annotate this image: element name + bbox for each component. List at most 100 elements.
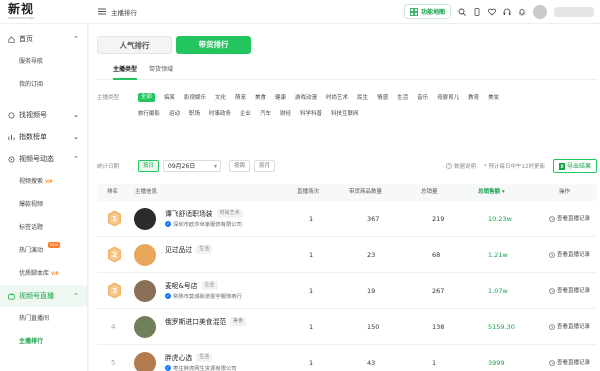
sidebar-group-video-dynamics[interactable]: 视频号动态 ⌃ [0, 148, 87, 170]
headset-icon[interactable] [503, 8, 511, 16]
sidebar-item-hot-live-rooms[interactable]: 热门直播间 [0, 307, 87, 330]
sidebar-item-hot-videos[interactable]: 爆款视频 [0, 193, 87, 216]
chevron-up-icon: ⌃ [73, 35, 79, 43]
date-mode-day-button[interactable]: 按日 [138, 160, 160, 172]
view-live-records-link[interactable]: 查看直播记录 [549, 237, 590, 273]
host-name[interactable]: 胖虎心选 [165, 352, 192, 362]
host-avatar[interactable] [134, 316, 156, 338]
category-chip[interactable]: 财经 [280, 106, 291, 122]
table-row[interactable]: 1 谭飞舒适职场装 时尚艺术 ✓ 深圳市欧莎世家服饰有限公司 1 367 219 … [97, 201, 597, 237]
user-name-blurred[interactable] [554, 6, 594, 17]
host-name[interactable]: 见过品过 [165, 244, 192, 254]
category-chip[interactable]: 时尚艺术 [326, 90, 348, 106]
host-avatar[interactable] [134, 208, 156, 230]
category-chip[interactable]: 民生 [357, 90, 368, 106]
date-select[interactable]: 09月26日 [163, 160, 222, 172]
category-chip[interactable]: 萌宠 [235, 90, 246, 106]
sidebar-item-service-nav[interactable]: 服务导航 [0, 50, 87, 73]
cell-sales: 138 [432, 323, 445, 331]
cell-products: 43 [367, 359, 376, 367]
view-live-records-link[interactable]: 查看直播记录 [549, 309, 590, 345]
view-live-records-link[interactable]: 查看直播记录 [549, 201, 590, 237]
col-sales[interactable]: 总销量 [421, 184, 438, 201]
category-chip[interactable]: 运动 [169, 106, 180, 122]
host-name[interactable]: 麦呢&号店 [165, 280, 198, 290]
company-name: 枣庄胖虎网生资源有限公司 [173, 366, 237, 371]
menu-icon[interactable] [98, 8, 106, 17]
col-products[interactable]: 带货商品数量 [349, 184, 382, 201]
sidebar-item-host-ranking[interactable]: 主播排行 [0, 330, 87, 353]
date-mode-month-button[interactable]: 按月 [254, 160, 276, 172]
subtab-host-type[interactable]: 主播类型 [113, 60, 138, 80]
host-name[interactable]: 谭飞舒适职场装 [165, 208, 213, 218]
table-row[interactable]: 5 胖虎心选 生活 ✓ 枣庄胖虎网生资源有限公司 1 43 1 3999 查看直播… [97, 345, 597, 371]
main-content: 人气排行 带货排行 主播类型 带货领域 主播类型 全部 搞笑 影视娱乐 文化 萌宠 美食健… [89, 24, 600, 371]
sidebar-group-find-channel[interactable]: 找视频号 ⌄ [0, 104, 87, 126]
subtab-sales-field[interactable]: 带货领域 [149, 60, 173, 79]
category-chip[interactable]: 搞笑 [164, 90, 175, 106]
bell-icon[interactable] [518, 8, 526, 16]
category-chip[interactable]: 职场 [189, 106, 200, 122]
export-button[interactable]: X 导出结果 [552, 159, 597, 173]
company-name: 深圳市欧莎世家服饰有限公司 [173, 222, 242, 228]
category-chip[interactable]: 影视娱乐 [184, 90, 206, 106]
sidebar-group-live[interactable]: 视频号直播 ⌃ [0, 285, 87, 307]
category-chip[interactable]: 教育 [468, 90, 479, 106]
company-name: 常熟市莫城街道雯宇服饰商行 [173, 294, 242, 300]
date-mode-week-button[interactable]: 按周 [229, 160, 251, 172]
table-row[interactable]: 4 俄罗斯进口美食混范 美食 1 150 138 5159.30 查看直播记录 [97, 309, 597, 345]
sidebar-item-hot-events[interactable]: 热门演动 NEW [0, 239, 87, 262]
sidebar-group-home[interactable]: 首页 ⌃ [0, 28, 87, 50]
category-chip[interactable]: 企业 [240, 106, 251, 122]
function-map-button[interactable]: 功能地图 [403, 4, 451, 19]
cell-gmv: 5159.30 [488, 323, 515, 331]
host-avatar[interactable] [134, 352, 156, 371]
tab-sales-rank[interactable]: 带货排行 [176, 36, 251, 54]
category-chip[interactable]: 时事政务 [209, 106, 231, 122]
category-chip[interactable]: 科技互联网 [331, 106, 359, 122]
clock-icon [549, 252, 555, 258]
category-chip[interactable]: 音乐 [417, 90, 428, 106]
host-avatar[interactable] [134, 244, 156, 266]
col-sessions[interactable]: 直播场次 [297, 184, 319, 201]
category-chip[interactable]: 文化 [215, 90, 226, 106]
category-chip[interactable]: 生活 [397, 90, 408, 106]
view-live-records-label: 查看直播记录 [557, 324, 591, 330]
cell-products: 19 [367, 287, 376, 295]
sidebar: 首页 ⌃ 服务导航 我的订阅 找视频号 ⌄ 指数榜单 ⌄ 视频号动态 ⌃ 视频搜… [0, 24, 88, 371]
search-icon[interactable] [458, 8, 466, 16]
host-name[interactable]: 俄罗斯进口美食混范 [165, 316, 226, 326]
host-name-line: 胖虎心选 生活 [165, 352, 213, 362]
logo[interactable]: 新视 XINSHIDATA.COM [8, 3, 34, 21]
user-avatar[interactable] [533, 4, 547, 19]
table-row[interactable]: 2 见过品过 生活 1 23 68 1.21w 查看直播记录 [97, 237, 597, 273]
category-chip[interactable]: 母婴育儿 [437, 90, 459, 106]
grid-icon [410, 7, 418, 16]
view-live-records-link[interactable]: 查看直播记录 [549, 345, 590, 371]
sidebar-item-label: 视频搜索 [19, 178, 44, 185]
table-row[interactable]: 3 麦呢&号店 企业 ✓ 常熟市莫城街道雯宇服饰商行 1 19 267 1.07w… [97, 273, 597, 309]
category-chip[interactable]: 科学科普 [300, 106, 322, 122]
category-chip[interactable]: 美妆 [488, 90, 499, 106]
sidebar-item-topic-tags[interactable]: 标签话题 [0, 216, 87, 239]
cell-sessions: 1 [309, 287, 314, 295]
heart-icon[interactable] [488, 8, 496, 16]
host-avatar[interactable] [134, 280, 156, 302]
sidebar-group-index-rank[interactable]: 指数榜单 ⌄ [0, 126, 87, 148]
category-chip[interactable]: 健康 [275, 90, 286, 106]
category-chip[interactable]: 旅行摄影 [138, 106, 160, 122]
sidebar-item-subscriptions[interactable]: 我的订阅 [0, 73, 87, 96]
view-live-records-link[interactable]: 查看直播记录 [549, 273, 590, 309]
category-chip[interactable]: 情感 [377, 90, 388, 106]
tab-popularity-rank[interactable]: 人气排行 [97, 36, 172, 54]
category-chip[interactable]: 全部 [137, 93, 155, 102]
col-gmv[interactable]: 总销售额 ▾ [478, 184, 505, 201]
sidebar-item-script-library[interactable]: 优质脚本库 VIP [0, 262, 87, 285]
mobile-icon[interactable] [473, 7, 481, 16]
data-note-link[interactable]: ? 数据说明 [446, 162, 476, 170]
category-chip[interactable]: 游戏动漫 [295, 90, 317, 106]
category-chip[interactable]: 美食 [255, 90, 266, 106]
sidebar-item-video-search[interactable]: 视频搜索 VIP [0, 170, 87, 193]
category-chip[interactable]: 汽车 [260, 106, 271, 122]
chevron-up-icon: ⌃ [73, 155, 79, 163]
